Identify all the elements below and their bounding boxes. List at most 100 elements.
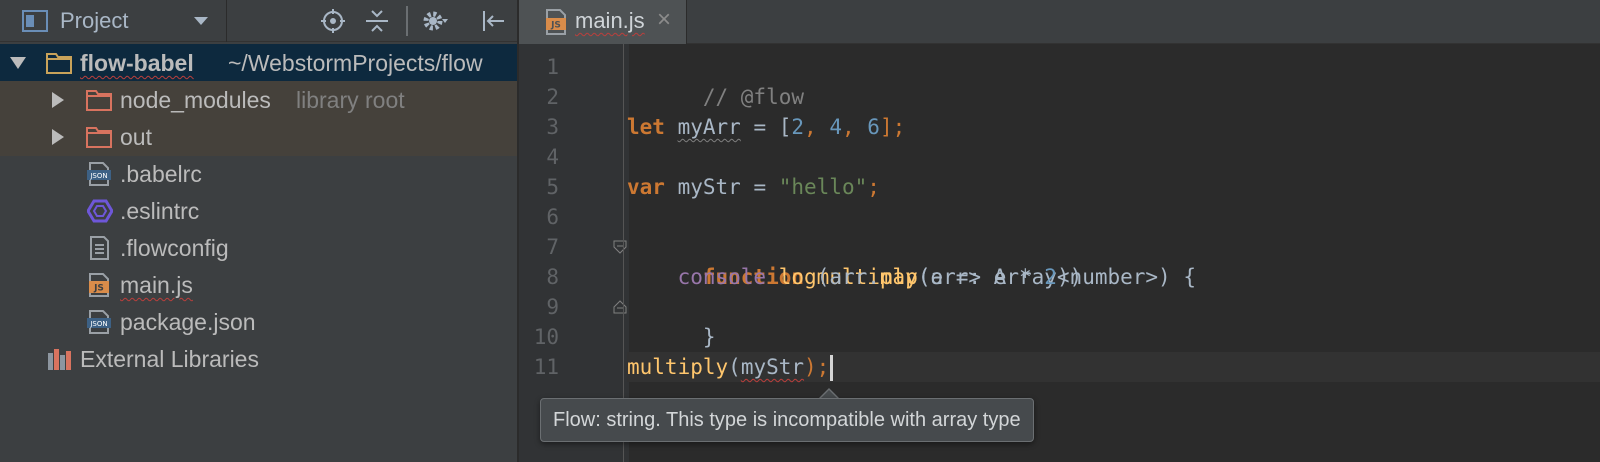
js-file-icon: JS [89,273,109,297]
folder-icon [86,127,112,148]
expression: )) [1056,265,1083,289]
close-tab-icon[interactable]: × [657,6,671,34]
text-caret [830,355,834,381]
tree-item-label: node_modules [120,87,271,113]
json-file-icon: JSON [87,310,111,334]
string-literal: "hello" [778,175,868,199]
tree-item-flow-babel[interactable]: flow-babel ~/WebstormProjects/flow [0,44,517,82]
tree-item-eslintrc[interactable]: .eslintrc [0,192,517,230]
closing-brace: } [702,325,716,349]
number: 2 [791,115,805,139]
js-file-icon: JS [546,9,566,35]
tree-item-external-libraries[interactable]: External Libraries [0,340,517,378]
identifier: myArr [677,115,741,139]
line-number: 6 [546,205,559,229]
comment: // @flow [702,85,805,109]
tree-item-label: External Libraries [80,346,259,372]
line-number: 2 [546,85,559,109]
library-icon [48,349,71,370]
number: 4 [829,115,842,139]
svg-text:JS: JS [550,21,561,31]
tree-item-node-modules[interactable]: node_modules library root [0,81,517,119]
punctuation: ); [804,355,830,379]
number: 2 [1044,265,1057,289]
project-view-icon [22,10,48,32]
svg-text:JS: JS [93,284,104,294]
line-number: 9 [546,295,559,319]
punctuation: ( [728,355,741,379]
collapse-all-icon[interactable] [364,8,390,34]
punctuation: , [804,115,830,139]
line-number: 7 [546,235,559,259]
fold-open-icon[interactable] [613,240,627,254]
code-line-9[interactable]: } [613,292,1600,349]
code-line-3[interactable]: let myArr = [2, 4, 6]; [627,112,1600,142]
folder-icon [46,53,72,74]
chevron-down-icon[interactable] [192,12,210,30]
punctuation: ]; [879,115,906,139]
collapsed-arrow-icon[interactable] [48,90,68,110]
keyword: var [627,175,665,199]
text-file-icon [90,236,109,260]
line-number: 11 [533,355,559,379]
line-number: 5 [546,175,559,199]
method-name: map [879,265,918,289]
number: 6 [867,115,880,139]
editor-tab-bar: JS main.js × [519,0,1600,44]
code-line-5[interactable]: var myStr = "hello"; [627,172,1600,202]
global-object: console [677,265,767,289]
tree-item-label: package.json [120,309,256,335]
line-number: 3 [546,115,559,139]
tree-item-path: ~/WebstormProjects/flow [228,50,483,76]
code-line-8[interactable]: console.log(arr.map(e => e * 2)) [627,262,1600,292]
expanded-arrow-icon[interactable] [8,53,28,73]
operator: = [ [740,115,792,139]
project-panel: Project flow-babel ~/WebstormProjects/fl… [0,0,518,462]
svg-text:JSON: JSON [89,320,107,328]
tree-item-label: flow-babel [80,50,194,76]
tree-item-out[interactable]: out [0,118,517,156]
tree-item-babelrc[interactable]: JSON .babelrc [0,155,517,193]
tree-item-flowconfig[interactable]: .flowconfig [0,229,517,267]
tab-label: main.js [575,8,645,33]
line-number: 1 [546,55,559,79]
tree-item-package-json[interactable]: JSON package.json [0,303,517,341]
tree-item-tag: library root [296,87,405,113]
function-call: multiply [627,355,729,379]
folder-icon [86,90,112,111]
code-line-7[interactable]: function multiply(arr: Array<number>) { [613,232,1600,289]
line-number: 4 [546,145,559,169]
punctuation: . [766,265,779,289]
hide-panel-icon[interactable] [480,8,506,34]
tree-item-label: main.js [120,272,193,298]
gear-icon[interactable] [422,8,448,34]
error-tooltip: Flow: string. This type is incompatible … [540,398,1034,442]
collapsed-arrow-icon[interactable] [48,127,68,147]
eslint-icon [87,199,113,223]
tree-item-label: out [120,124,152,150]
tab-main-js[interactable]: JS main.js × [519,0,687,44]
svg-text:JSON: JSON [89,172,107,180]
tree-item-label: .eslintrc [120,198,200,224]
code-line-11[interactable]: multiply(myStr); [627,352,1600,382]
expression: (arr. [816,265,880,289]
punctuation: , [842,115,868,139]
json-file-icon: JSON [87,162,111,186]
tree-item-label: .babelrc [120,161,202,187]
fold-end-icon[interactable] [613,300,627,314]
project-panel-header: Project [0,0,517,42]
line-number: 8 [546,265,559,289]
error-argument[interactable]: myStr [741,355,804,379]
method-name: log [778,265,817,289]
identifier: myStr = [664,175,779,199]
tree-item-label: .flowconfig [120,235,229,261]
project-view-dropdown[interactable]: Project [60,8,128,34]
tree-item-main-js[interactable]: JS main.js [0,266,517,304]
punctuation: ; [867,175,880,199]
line-number: 10 [533,325,559,349]
scroll-from-source-icon[interactable] [320,8,346,34]
expression: (e => e * [917,265,1045,289]
keyword: let [627,115,665,139]
code-line-1[interactable]: // @flow [627,52,1600,109]
